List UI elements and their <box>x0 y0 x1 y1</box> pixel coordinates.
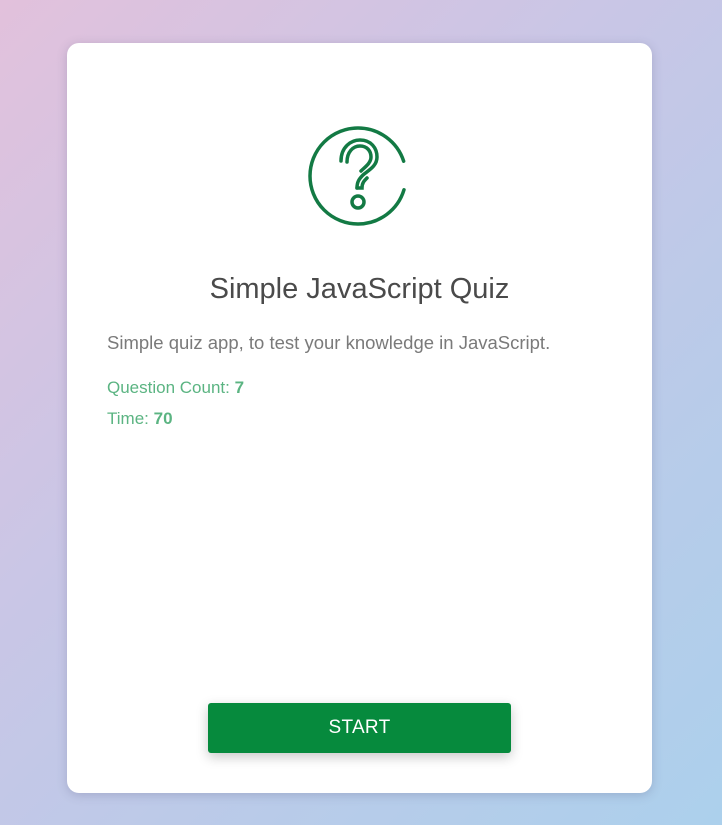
quiz-description: Simple quiz app, to test your knowledge … <box>107 332 551 353</box>
question-count-stat: Question Count: 7 <box>107 378 244 398</box>
quiz-card: Simple JavaScript Quiz Simple quiz app, … <box>67 43 652 793</box>
question-count-label: Question Count: <box>107 378 230 397</box>
time-value: 70 <box>153 409 173 428</box>
time-stat: Time: 70 <box>107 409 173 429</box>
time-label: Time: <box>107 409 149 428</box>
page-title: Simple JavaScript Quiz <box>209 273 510 305</box>
question-circle-icon <box>308 126 408 226</box>
start-button[interactable]: START <box>208 703 511 753</box>
question-count-value: 7 <box>234 378 245 397</box>
